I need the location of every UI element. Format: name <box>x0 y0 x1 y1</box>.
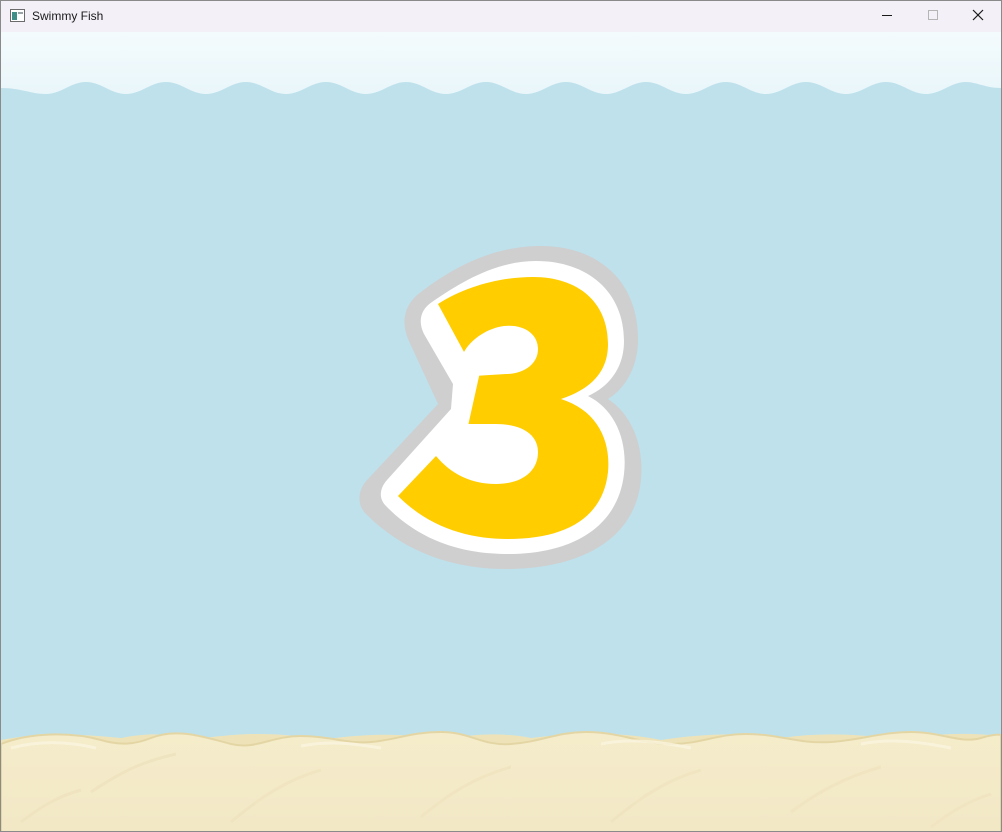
app-window: Swimmy Fish 3 <box>0 0 1002 832</box>
game-canvas[interactable]: 3 <box>1 32 1001 831</box>
sand-floor <box>1 730 1001 831</box>
maximize-button <box>910 1 956 32</box>
close-icon <box>972 8 984 26</box>
window-title: Swimmy Fish <box>32 9 104 23</box>
title-bar[interactable]: Swimmy Fish <box>1 1 1001 32</box>
countdown-digit-graphic: 3 <box>359 246 642 569</box>
sky-surface <box>1 32 1001 94</box>
window-app-icon <box>10 9 25 22</box>
close-button[interactable] <box>955 1 1001 32</box>
minimize-button[interactable] <box>864 1 910 32</box>
minimize-icon <box>881 8 893 26</box>
maximize-icon <box>927 8 939 26</box>
